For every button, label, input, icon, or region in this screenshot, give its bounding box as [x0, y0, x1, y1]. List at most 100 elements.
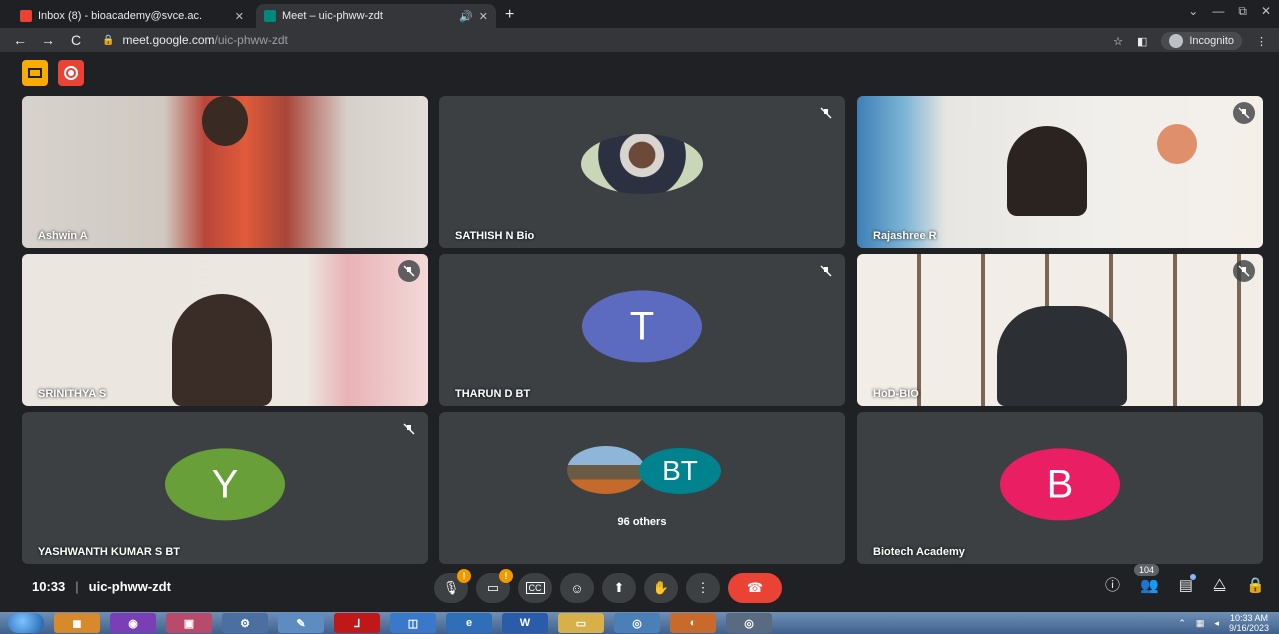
mic-muted-icon — [1233, 102, 1255, 124]
mic-off-icon: 🎙 — [442, 580, 460, 595]
mic-muted-icon — [398, 418, 420, 440]
tab-search-icon[interactable]: ⌄ — [1188, 4, 1198, 19]
people-count: 104 — [1134, 563, 1160, 576]
incognito-icon — [1169, 34, 1184, 48]
letter-avatar: T — [582, 290, 702, 363]
participant-name: Rajashree R — [873, 230, 937, 242]
others-count: 96 others — [617, 516, 667, 528]
participant-tile[interactable]: T THARUN D BT — [439, 254, 845, 406]
participant-tile[interactable]: SATHISH N Bio — [439, 96, 845, 248]
gmail-icon — [20, 10, 32, 22]
tab-audio-icon[interactable]: 🔊 — [459, 10, 473, 23]
taskbar-app-folder[interactable]: ▭ — [558, 613, 604, 633]
info-icon[interactable]: ⓘ — [1105, 574, 1120, 595]
participant-name: YASHWANTH KUMAR S BT — [38, 546, 180, 558]
profile-photo — [581, 134, 703, 194]
close-tab-icon[interactable]: ✕ — [479, 10, 488, 23]
side-panel-icon[interactable]: ◧ — [1137, 35, 1147, 48]
recording-chip[interactable] — [58, 60, 84, 86]
mic-muted-icon — [1233, 260, 1255, 282]
participant-name: SRINITHYA S — [38, 388, 107, 400]
taskbar-app-viber[interactable]: ◉ — [110, 613, 156, 633]
tab-meet[interactable]: Meet – uic-phww-zdt 🔊 ✕ — [256, 4, 496, 28]
letter-avatar: Y — [165, 448, 285, 521]
people-button[interactable]: 104 👥 — [1134, 563, 1160, 594]
participant-name: HoD-BIO — [873, 388, 919, 400]
bookmark-star-icon[interactable]: ☆ — [1113, 35, 1123, 48]
reload-button[interactable]: C — [68, 32, 84, 48]
mic-muted-icon — [398, 260, 420, 282]
captions-button[interactable]: CC — [518, 573, 552, 603]
url-field[interactable]: 🔒 meet.google.com /uic-phww-zdt — [102, 33, 288, 47]
taskbar-app-ie[interactable]: e — [446, 613, 492, 633]
meeting-separator: | — [75, 579, 79, 594]
warning-badge: ! — [499, 569, 513, 583]
taskbar-app-chrome-incognito[interactable]: ◎ — [726, 613, 772, 633]
incognito-label: Incognito — [1189, 35, 1234, 47]
participant-tile[interactable]: HoD-BIO — [857, 254, 1263, 406]
taskbar-app-paint[interactable]: ✎ — [278, 613, 324, 633]
meeting-info: 10:33 | uic-phww-zdt — [32, 579, 171, 594]
chrome-actions: ☆ ◧ Incognito ⋮ — [1113, 32, 1267, 50]
participant-tile[interactable]: Rajashree R — [857, 96, 1263, 248]
participant-tile[interactable]: Ashwin A — [22, 96, 428, 248]
more-options-button[interactable]: ⋮ — [686, 573, 720, 603]
url-host: meet.google.com — [122, 33, 215, 47]
mic-toggle-button[interactable]: 🎙! — [434, 569, 471, 603]
back-button[interactable]: ← — [12, 32, 28, 48]
raise-hand-button[interactable]: ✋ — [644, 573, 678, 603]
incognito-badge[interactable]: Incognito — [1161, 32, 1242, 50]
others-photo-avatar — [567, 446, 645, 494]
wall-decoration — [1157, 124, 1197, 164]
minimize-button[interactable]: — — [1212, 4, 1224, 19]
participant-tile[interactable]: Y YASHWANTH KUMAR S BT — [22, 412, 428, 564]
new-tab-button[interactable]: + — [505, 6, 514, 24]
people-icon: 👥 — [1140, 576, 1159, 594]
activities-chip[interactable] — [22, 60, 48, 86]
participant-name: Ashwin A — [38, 230, 88, 242]
activities-button[interactable]: ⧋ — [1213, 576, 1226, 593]
taskbar-app-media[interactable]: ◫ — [390, 613, 436, 633]
present-button[interactable]: ⬆ — [602, 573, 636, 603]
taskbar-app-acrobat[interactable]: ᒧ — [334, 613, 380, 633]
close-tab-icon[interactable]: ✕ — [235, 10, 244, 23]
participant-name: Biotech Academy — [873, 546, 965, 558]
taskbar-app-explorer[interactable]: ◼ — [54, 613, 100, 633]
close-window-button[interactable]: ✕ — [1261, 4, 1271, 19]
browser-tab-bar: Inbox (8) - bioacademy@svce.ac. ✕ Meet –… — [0, 0, 1279, 28]
others-tile[interactable]: BT 96 others — [439, 412, 845, 564]
forward-button[interactable]: → — [40, 32, 56, 48]
lock-icon[interactable]: 🔒 — [102, 35, 114, 46]
participant-name: THARUN D BT — [455, 388, 531, 400]
system-tray: ⌃ ▦ ◂ 10:33 AM 9/16/2023 — [1178, 613, 1269, 633]
taskbar-app-chrome[interactable]: ◎ — [614, 613, 660, 633]
participant-tile[interactable]: SRINITHYA S — [22, 254, 428, 406]
camera-toggle-button[interactable]: ▭! — [476, 569, 513, 603]
clock-date: 9/16/2023 — [1228, 623, 1269, 633]
person-silhouette — [997, 306, 1127, 406]
tray-arrow-icon[interactable]: ⌃ — [1178, 618, 1186, 629]
activities-icon — [28, 68, 42, 78]
taskbar-app-image[interactable]: ▣ — [166, 613, 212, 633]
os-taskbar: ◼ ◉ ▣ ⚙ ✎ ᒧ ◫ e W ▭ ◎ ◐ ◎ ⌃ ▦ ◂ 10:33 AM… — [0, 612, 1279, 634]
taskbar-app-network[interactable]: ⚙ — [222, 613, 268, 633]
restore-button[interactable]: ⧉ — [1238, 4, 1247, 19]
hand-icon: ✋ — [652, 580, 670, 595]
chat-button[interactable]: ▤ — [1179, 573, 1196, 594]
end-call-icon: ☎ — [746, 580, 764, 595]
menu-kebab-icon[interactable]: ⋮ — [1256, 35, 1267, 48]
tray-network-icon[interactable]: ▦ — [1196, 618, 1205, 629]
taskbar-app-word[interactable]: W — [502, 613, 548, 633]
tab-gmail[interactable]: Inbox (8) - bioacademy@svce.ac. ✕ — [12, 4, 252, 28]
tray-volume-icon[interactable]: ◂ — [1214, 618, 1219, 629]
call-controls: 🎙! ▭! CC ☺ ⬆ ✋ ⋮ ☎ — [434, 569, 782, 603]
emoji-button[interactable]: ☺ — [560, 573, 594, 603]
taskbar-app-firefox[interactable]: ◐ — [670, 613, 716, 633]
meet-control-bar: 10:33 | uic-phww-zdt 🎙! ▭! CC ☺ ⬆ ✋ ⋮ ☎ … — [0, 563, 1279, 612]
taskbar-clock[interactable]: 10:33 AM 9/16/2023 — [1229, 613, 1269, 633]
end-call-button[interactable]: ☎ — [728, 573, 782, 603]
host-controls-icon[interactable]: 🔒 — [1246, 576, 1265, 594]
participant-tile[interactable]: B Biotech Academy — [857, 412, 1263, 564]
start-button[interactable] — [8, 613, 44, 633]
person-head — [202, 96, 248, 146]
